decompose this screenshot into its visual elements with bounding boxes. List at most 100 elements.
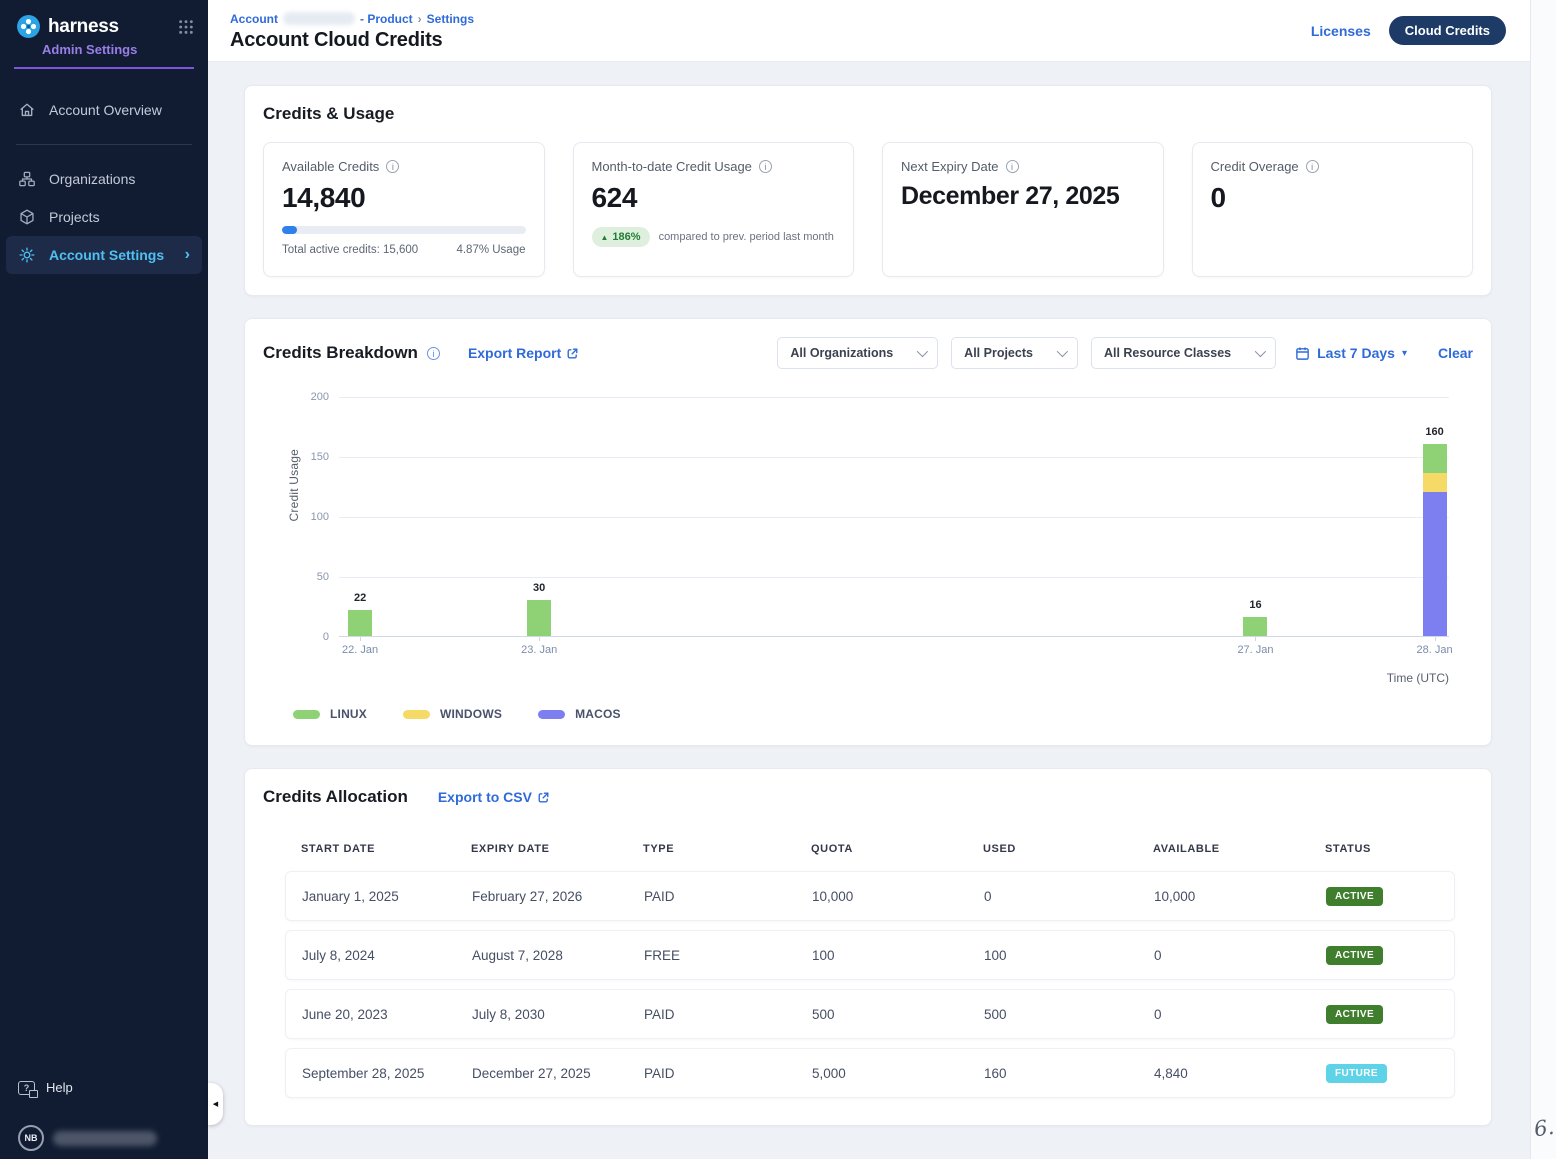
- total-active-credits: Total active credits: 15,600: [282, 244, 418, 256]
- cell-type: FREE: [644, 948, 812, 963]
- resource-classes-filter[interactable]: All Resource Classes: [1091, 337, 1276, 369]
- credit-usage-chart: Credit Usage 0501001502002222. Jan3023. …: [263, 385, 1473, 699]
- card-label: Next Expiry Date: [901, 159, 999, 174]
- cell-expiry-date: December 27, 2025: [472, 1066, 644, 1081]
- apps-grid-icon[interactable]: [178, 19, 194, 35]
- chevron-right-icon: ›: [185, 246, 190, 264]
- user-row[interactable]: NB: [18, 1125, 208, 1151]
- status-badge: FUTURE: [1326, 1064, 1387, 1083]
- app-root: harness Admin Settings Account Overview: [0, 0, 1556, 1159]
- avatar[interactable]: NB: [18, 1125, 44, 1151]
- chart-bar-23-jan[interactable]: [527, 600, 551, 636]
- credits-usage-panel: Credits & Usage Available Credits i 14,8…: [244, 85, 1492, 296]
- available-credits-card: Available Credits i 14,840 Total active …: [263, 142, 545, 277]
- cube-icon: [18, 208, 36, 226]
- info-icon[interactable]: i: [427, 347, 440, 360]
- breadcrumb-account-link[interactable]: Account: [230, 12, 278, 26]
- column-header: STATUS: [1325, 843, 1455, 855]
- export-report-link[interactable]: Export Report: [468, 345, 579, 361]
- sidebar-item-label: Organizations: [49, 171, 135, 187]
- gridline: [339, 457, 1449, 458]
- sidebar-item-label: Account Settings: [49, 247, 164, 263]
- x-tick-label: 27. Jan: [1237, 644, 1273, 656]
- cell-expiry-date: February 27, 2026: [472, 889, 644, 904]
- card-label: Month-to-date Credit Usage: [592, 159, 752, 174]
- breadcrumb-product-link[interactable]: - Product: [360, 12, 413, 26]
- bar-value-label: 22: [354, 592, 366, 604]
- cloud-credits-button[interactable]: Cloud Credits: [1389, 16, 1506, 45]
- usage-percent: 4.87% Usage: [456, 244, 525, 256]
- main-area: Account - Product › Settings Account Clo…: [208, 0, 1530, 1159]
- export-csv-link[interactable]: Export to CSV: [438, 789, 550, 805]
- sidebar-collapse-handle[interactable]: ◀: [208, 1083, 223, 1125]
- external-link-icon: [537, 791, 550, 804]
- sidebar-item-projects[interactable]: Projects: [0, 198, 208, 236]
- y-tick-label: 100: [311, 511, 329, 523]
- breadcrumb-settings-link[interactable]: Settings: [427, 12, 474, 26]
- legend-item-windows[interactable]: WINDOWS: [403, 707, 502, 721]
- status-badge: ACTIVE: [1326, 946, 1383, 965]
- logo-row: harness: [0, 0, 208, 39]
- gridline: [339, 517, 1449, 518]
- sidebar-item-account-settings[interactable]: Account Settings ›: [6, 236, 202, 274]
- legend-item-linux[interactable]: LINUX: [293, 707, 367, 721]
- cell-used: 500: [984, 1007, 1154, 1022]
- chart-bar-27-jan[interactable]: [1243, 617, 1267, 636]
- chart-bar-22-jan[interactable]: [348, 610, 372, 636]
- home-icon: [18, 101, 36, 119]
- info-icon[interactable]: i: [1006, 160, 1019, 173]
- credits-allocation-panel: Credits Allocation Export to CSV START D…: [244, 768, 1492, 1126]
- legend-label: MACOS: [575, 707, 621, 721]
- column-header: QUOTA: [811, 843, 983, 855]
- help-chat-icon: ?: [18, 1081, 35, 1095]
- delta-value: 186%: [612, 231, 640, 243]
- redacted-account-name: [283, 12, 355, 25]
- licenses-link[interactable]: Licenses: [1311, 23, 1371, 39]
- sidebar-item-organizations[interactable]: Organizations: [0, 160, 208, 198]
- info-icon[interactable]: i: [1306, 160, 1319, 173]
- clear-filters-link[interactable]: Clear: [1438, 345, 1473, 361]
- redaction-smudge: [503, 20, 595, 48]
- cell-type: PAID: [644, 1007, 812, 1022]
- info-icon[interactable]: i: [759, 160, 772, 173]
- chevron-down-icon: [917, 346, 928, 357]
- legend-item-macos[interactable]: MACOS: [538, 707, 621, 721]
- organizations-icon: [18, 170, 36, 188]
- date-range-picker[interactable]: Last 7 Days ▾: [1295, 345, 1407, 361]
- sidebar: harness Admin Settings Account Overview: [0, 0, 208, 1159]
- y-tick-label: 150: [311, 451, 329, 463]
- help-label: Help: [46, 1080, 73, 1095]
- table-header: START DATE EXPIRY DATE TYPE QUOTA USED A…: [285, 843, 1455, 871]
- gridline: [339, 397, 1449, 398]
- module-subtitle: Admin Settings: [0, 39, 208, 57]
- credit-overage-value: 0: [1211, 182, 1455, 214]
- organizations-filter-value: All Organizations: [790, 346, 893, 360]
- info-icon[interactable]: i: [386, 160, 399, 173]
- chart-bar-28-jan[interactable]: [1423, 444, 1447, 636]
- cell-expiry-date: August 7, 2028: [472, 948, 644, 963]
- cell-available: 0: [1154, 1007, 1326, 1022]
- card-label: Available Credits: [282, 159, 379, 174]
- x-tick: [360, 636, 361, 641]
- next-expiry-value: December 27, 2025: [901, 180, 1145, 212]
- status-badge: ACTIVE: [1326, 887, 1383, 906]
- projects-filter[interactable]: All Projects: [951, 337, 1078, 369]
- bar-value-label: 16: [1249, 599, 1261, 611]
- bar-segment-linux: [348, 610, 372, 636]
- cell-available: 10,000: [1154, 889, 1326, 904]
- bar-segment-linux: [527, 600, 551, 636]
- organizations-filter[interactable]: All Organizations: [777, 337, 938, 369]
- sidebar-item-account-overview[interactable]: Account Overview: [0, 91, 208, 129]
- date-range-value: Last 7 Days: [1317, 345, 1395, 361]
- table-body: January 1, 2025 February 27, 2026 PAID 1…: [285, 871, 1455, 1098]
- help-button[interactable]: ? Help: [18, 1080, 208, 1095]
- chevron-down-icon: [1255, 346, 1266, 357]
- bar-value-label: 160: [1425, 426, 1443, 438]
- gear-icon: [18, 246, 36, 264]
- allocation-table: START DATE EXPIRY DATE TYPE QUOTA USED A…: [285, 843, 1455, 1098]
- handwritten-annotation: 6.: [1532, 1115, 1555, 1142]
- export-csv-label: Export to CSV: [438, 789, 532, 805]
- bar-segment-linux: [1423, 444, 1447, 473]
- y-tick-label: 50: [317, 571, 329, 583]
- module-underline: [14, 67, 194, 69]
